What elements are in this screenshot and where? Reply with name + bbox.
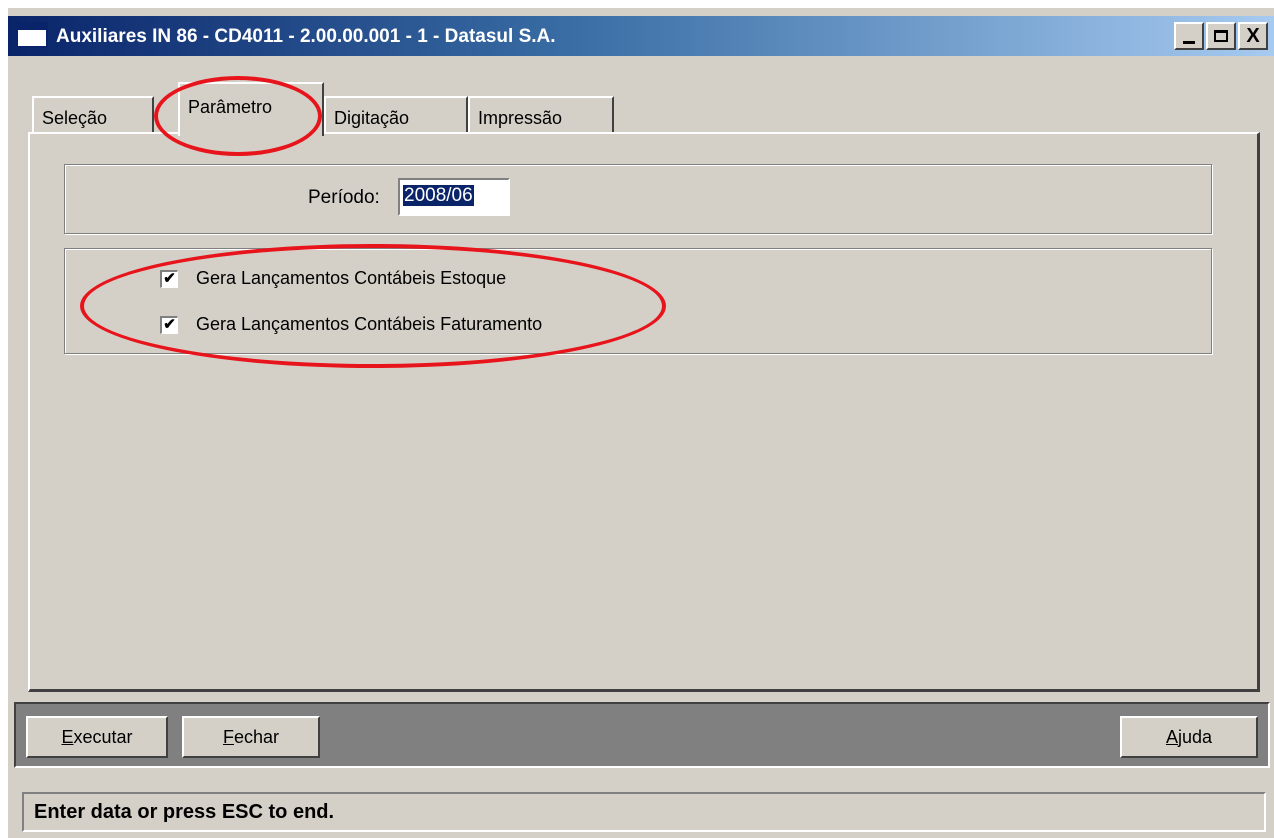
annotation-ellipse-checkboxes — [80, 244, 666, 368]
ajuda-button[interactable]: Ajuda — [1120, 716, 1258, 758]
periodo-label: Período: — [308, 187, 380, 208]
executar-mnemonic: E — [61, 727, 74, 747]
annotation-ellipse-tab — [154, 76, 322, 156]
fechar-button[interactable]: Fechar — [182, 716, 320, 758]
tab-impressao[interactable]: Impressão — [468, 96, 614, 134]
tab-selecao[interactable]: Seleção — [32, 96, 154, 134]
tab-label: Digitação — [334, 108, 410, 128]
close-icon: X — [1246, 25, 1260, 47]
maximize-icon — [1214, 30, 1228, 42]
executar-button[interactable]: Executar — [26, 716, 168, 758]
tab-label: Seleção — [42, 108, 108, 128]
status-bar: Enter data or press ESC to end. — [22, 792, 1266, 832]
fechar-label: echar — [233, 727, 280, 747]
fechar-mnemonic: F — [222, 727, 234, 747]
maximize-button[interactable] — [1206, 22, 1236, 50]
tab-digitacao[interactable]: Digitação — [324, 96, 468, 134]
periodo-input[interactable]: 2008/06 — [398, 178, 510, 216]
periodo-input-value: 2008/06 — [403, 185, 474, 206]
close-button[interactable]: X — [1238, 22, 1268, 50]
periodo-group — [64, 164, 1212, 234]
minimize-icon — [1183, 40, 1195, 44]
window-title: Auxiliares IN 86 - CD4011 - 2.00.00.001 … — [56, 26, 556, 47]
window-app-icon[interactable] — [16, 22, 48, 48]
minimize-button[interactable] — [1174, 22, 1204, 50]
tab-label: Impressão — [478, 108, 563, 128]
executar-label: xecutar — [73, 727, 133, 747]
ajuda-mnemonic: A — [1165, 727, 1178, 747]
ajuda-label: juda — [1177, 727, 1213, 747]
